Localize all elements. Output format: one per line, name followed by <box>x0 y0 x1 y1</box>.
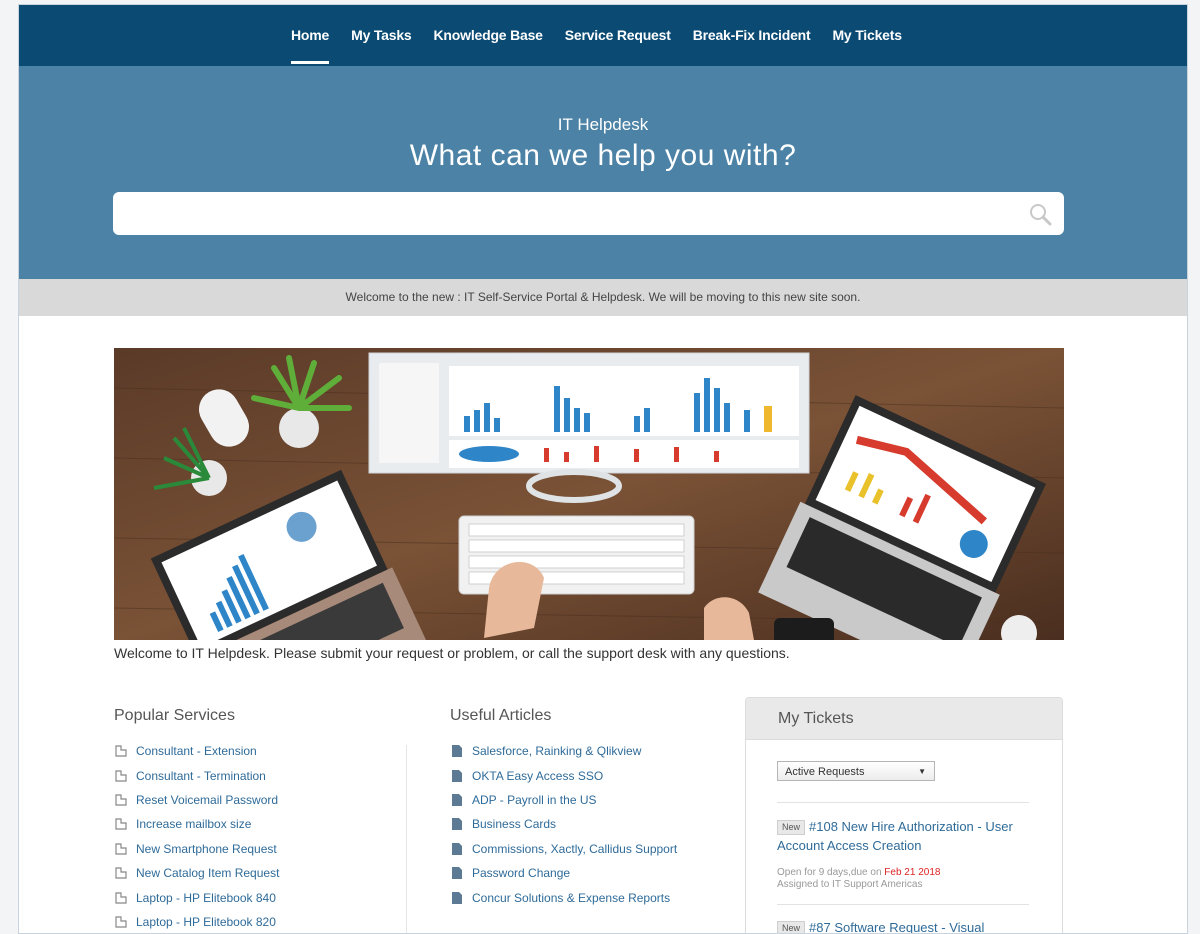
service-item[interactable]: Reset Voicemail Password <box>114 788 404 812</box>
ticket-open-duration: Open for 9 days,due on <box>777 867 885 878</box>
article-item[interactable]: Business Cards <box>450 812 740 836</box>
search-box <box>113 192 1064 235</box>
column-divider <box>406 745 407 933</box>
service-item[interactable]: New Smartphone Request <box>114 837 404 861</box>
service-icon <box>115 818 127 830</box>
nav-item-break-fix-incident[interactable]: Break-Fix Incident <box>693 5 811 66</box>
document-icon <box>452 842 462 855</box>
ticket-title: #87 Software Request - Visual <box>809 920 985 934</box>
article-item[interactable]: Concur Solutions & Expense Reports <box>450 885 740 909</box>
ticket-link[interactable]: New #108 New Hire Authorization - User Ac… <box>777 817 1037 855</box>
useful-articles: Useful Articles Salesforce, Rainking & Q… <box>450 707 740 910</box>
service-icon <box>115 843 127 855</box>
ticket-filter-select[interactable]: Active Requests ▼ <box>777 761 935 781</box>
article-label: Password Change <box>472 866 571 881</box>
nav-item-service-request[interactable]: Service Request <box>565 5 671 66</box>
service-icon <box>115 794 127 806</box>
popular-services: Popular Services Consultant - Extension … <box>114 707 404 933</box>
service-label: Laptop - HP Elitebook 840 <box>136 890 276 905</box>
article-item[interactable]: Password Change <box>450 861 740 885</box>
document-icon <box>452 793 462 806</box>
article-item[interactable]: Salesforce, Rainking & Qlikview <box>450 739 740 763</box>
my-tickets-title: My Tickets <box>746 698 1062 740</box>
service-item[interactable]: New Catalog Item Request <box>114 861 404 885</box>
nav-item-home[interactable]: Home <box>291 5 329 66</box>
useful-articles-title: Useful Articles <box>450 707 552 724</box>
useful-articles-list: Salesforce, Rainking & Qlikview OKTA Eas… <box>450 739 740 910</box>
document-icon <box>452 745 462 758</box>
hero-section: IT Helpdesk What can we help you with? <box>19 66 1187 279</box>
document-icon <box>452 769 462 782</box>
top-navigation: Home My Tasks Knowledge Base Service Req… <box>19 5 1187 66</box>
service-icon <box>115 916 127 928</box>
popular-services-list: Consultant - Extension Consultant - Term… <box>114 739 404 933</box>
article-label: Salesforce, Rainking & Qlikview <box>472 744 642 759</box>
service-icon <box>115 745 127 757</box>
service-label: Laptop - HP Elitebook 820 <box>136 914 276 929</box>
ticket-assigned: Assigned to IT Support Americas <box>777 879 923 890</box>
service-item[interactable]: Laptop - HP Elitebook 840 <box>114 885 404 909</box>
nav-item-my-tasks[interactable]: My Tasks <box>351 5 412 66</box>
article-label: Concur Solutions & Expense Reports <box>472 890 671 905</box>
service-label: Consultant - Extension <box>136 744 257 759</box>
ticket-filter-value: Active Requests <box>785 766 865 778</box>
ticket-due-date: Feb 21 2018 <box>884 867 941 878</box>
ticket-meta: Open for 9 days,due on Feb 21 2018 Assig… <box>777 867 1037 891</box>
nav-items: Home My Tasks Knowledge Base Service Req… <box>291 5 924 66</box>
ticket-item: New #108 New Hire Authorization - User Ac… <box>777 817 1037 891</box>
ticket-divider <box>777 904 1029 905</box>
status-badge: New <box>777 921 806 933</box>
service-label: Increase mailbox size <box>136 817 252 832</box>
status-badge: New <box>777 820 806 835</box>
service-label: New Smartphone Request <box>136 841 277 856</box>
article-label: ADP - Payroll in the US <box>472 792 597 807</box>
service-icon <box>115 891 127 904</box>
hero-banner-image <box>114 348 1064 640</box>
service-icon <box>115 867 127 879</box>
service-label: New Catalog Item Request <box>136 866 280 881</box>
service-item[interactable]: Laptop - HP Elitebook 820 <box>114 910 404 933</box>
service-icon <box>115 769 127 782</box>
service-item[interactable]: Increase mailbox size <box>114 812 404 836</box>
popular-services-title: Popular Services <box>114 707 235 724</box>
service-label: Consultant - Termination <box>136 768 266 783</box>
service-item[interactable]: Consultant - Termination <box>114 763 404 787</box>
ticket-divider <box>777 802 1029 803</box>
document-icon <box>452 891 462 904</box>
article-label: OKTA Easy Access SSO <box>472 768 604 783</box>
nav-item-my-tickets[interactable]: My Tickets <box>832 5 902 66</box>
article-label: Commissions, Xactly, Callidus Support <box>472 841 678 856</box>
article-item[interactable]: Commissions, Xactly, Callidus Support <box>450 837 740 861</box>
chevron-down-icon: ▼ <box>918 767 926 776</box>
page-frame: Home My Tasks Knowledge Base Service Req… <box>18 4 1188 934</box>
hero-title: What can we help you with? <box>409 139 797 172</box>
search-icon[interactable] <box>1028 202 1052 226</box>
article-item[interactable]: ADP - Payroll in the US <box>450 788 740 812</box>
ticket-item: New #87 Software Request - Visual <box>777 918 1037 934</box>
ticket-title: #108 New Hire Authorization - User Accou… <box>777 819 1013 853</box>
hero-subtitle: IT Helpdesk <box>557 115 649 134</box>
desk-illustration <box>114 348 1064 640</box>
article-item[interactable]: OKTA Easy Access SSO <box>450 763 740 787</box>
service-label: Reset Voicemail Password <box>136 792 279 807</box>
search-input[interactable] <box>125 192 1009 235</box>
service-item[interactable]: Consultant - Extension <box>114 739 404 763</box>
article-label: Business Cards <box>472 817 557 832</box>
my-tickets-panel: My Tickets Active Requests ▼ New #108 New… <box>745 697 1063 934</box>
document-icon <box>452 867 462 880</box>
announcement-bar: Welcome to the new : IT Self-Service Por… <box>19 279 1187 316</box>
ticket-link[interactable]: New #87 Software Request - Visual <box>777 918 1037 934</box>
welcome-text: Welcome to IT Helpdesk. Please submit yo… <box>114 645 790 661</box>
document-icon <box>452 818 462 831</box>
nav-item-knowledge-base[interactable]: Knowledge Base <box>434 5 543 66</box>
